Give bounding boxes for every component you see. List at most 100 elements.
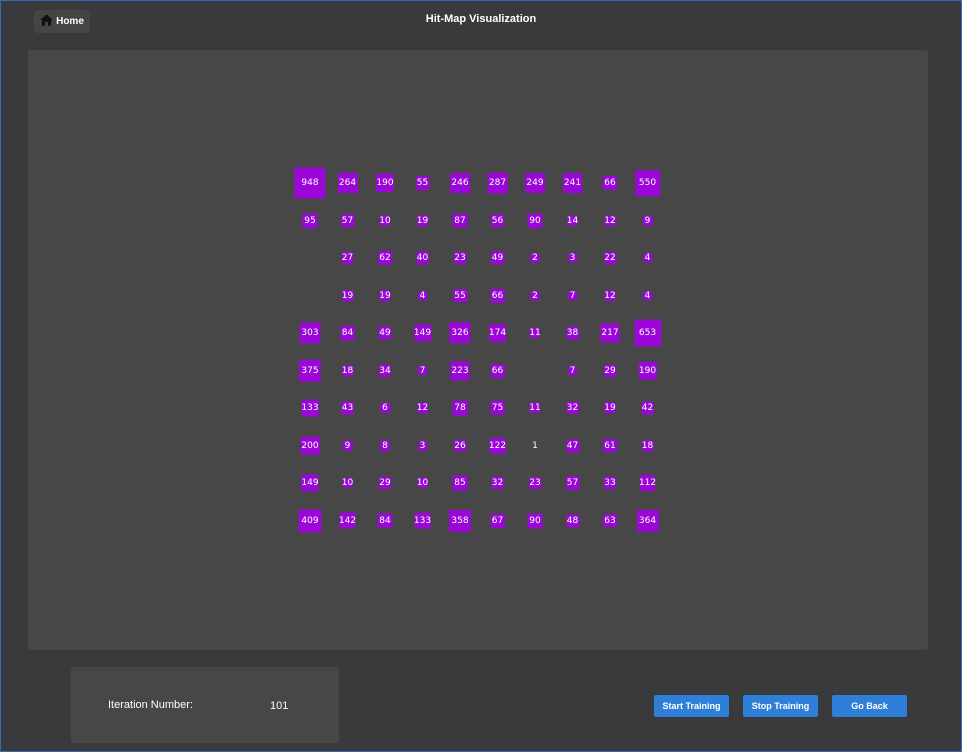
hitmap-cell-value: 190 xyxy=(376,178,394,188)
hitmap-cell-value: 23 xyxy=(529,478,541,488)
hitmap-cell-value: 142 xyxy=(338,515,357,526)
hitmap-cell-value: 66 xyxy=(491,365,504,376)
hitmap-cell-value: 19 xyxy=(341,290,354,301)
hitmap-cell-value: 303 xyxy=(301,328,319,338)
hitmap-cell-value: 11 xyxy=(529,403,541,413)
hitmap-cell-value: 122 xyxy=(488,440,507,451)
hitmap-cell-value: 55 xyxy=(416,178,429,188)
hitmap-cell-value: 653 xyxy=(638,328,657,338)
hitmap-cell-value: 11 xyxy=(529,328,541,338)
hitmap-cell-value: 29 xyxy=(379,478,391,488)
iteration-value: 101 xyxy=(270,700,289,712)
hitmap-cell-value: 43 xyxy=(341,403,354,413)
hitmap-cell-value: 6 xyxy=(382,403,388,413)
hitmap-cell-value: 32 xyxy=(491,478,504,488)
hitmap-cell-value: 133 xyxy=(301,403,319,413)
hitmap-cell-value: 12 xyxy=(604,215,616,226)
hitmap-cell-value: 63 xyxy=(604,515,616,526)
hitmap-cell-value: 56 xyxy=(491,215,504,226)
hitmap-cell-value: 4 xyxy=(644,253,651,263)
hitmap-cell-value: 1 xyxy=(532,440,538,451)
hitmap-cell-value: 7 xyxy=(569,365,576,376)
hitmap-cell-value: 57 xyxy=(341,215,354,226)
start-training-button[interactable]: Start Training xyxy=(654,695,729,717)
hitmap-cell-value: 409 xyxy=(301,515,319,526)
hitmap-cell-value: 78 xyxy=(454,403,466,413)
hitmap-cell-value: 133 xyxy=(413,515,432,526)
hitmap-cell-value: 246 xyxy=(451,178,469,188)
hitmap-cell-value: 66 xyxy=(604,178,616,188)
hitmap-cell-value: 87 xyxy=(454,215,466,226)
iteration-panel: Iteration Number: 101 xyxy=(71,667,339,743)
hitmap-cell-value: 19 xyxy=(379,290,391,301)
hitmap-cell-value: 948 xyxy=(301,178,319,188)
hitmap-cell-value: 90 xyxy=(529,215,541,226)
hitmap-cell-value: 364 xyxy=(638,515,657,526)
hitmap-cell-value: 264 xyxy=(338,178,357,188)
hitmap-cell-value: 112 xyxy=(638,478,657,488)
hitmap-cell-value: 375 xyxy=(301,365,319,376)
hitmap-cell-value: 3 xyxy=(419,440,426,451)
hitmap-cell-value: 2 xyxy=(532,290,538,301)
hitmap-cell-value: 84 xyxy=(379,515,391,526)
page-title: Hit-Map Visualization xyxy=(425,13,537,25)
hitmap-cell-value: 326 xyxy=(451,328,469,338)
hitmap-cell-value: 22 xyxy=(604,253,616,263)
hitmap-cell-value: 23 xyxy=(454,253,466,263)
hitmap-cell-value: 27 xyxy=(341,253,354,263)
stop-training-button[interactable]: Stop Training xyxy=(743,695,818,717)
hitmap-cell-value: 32 xyxy=(566,403,579,413)
hitmap-cell-value: 358 xyxy=(451,515,469,526)
hitmap-cell-value: 90 xyxy=(529,515,541,526)
hitmap-cell-value: 18 xyxy=(641,440,654,451)
hitmap-cell-value: 67 xyxy=(491,515,504,526)
hitmap-cell-value: 287 xyxy=(488,178,507,188)
hitmap-cell-value: 7 xyxy=(569,290,576,301)
hitmap-cell-value: 61 xyxy=(604,440,616,451)
hitmap-cell-value: 10 xyxy=(341,478,354,488)
hitmap-cell-value: 49 xyxy=(491,253,504,263)
hitmap-cell-value: 190 xyxy=(638,365,657,376)
hitmap-cell-value: 200 xyxy=(301,440,319,451)
hitmap-cell-value: 48 xyxy=(566,515,579,526)
hitmap-cell-value: 9 xyxy=(644,215,651,226)
hitmap-cell-value: 10 xyxy=(379,215,391,226)
hitmap-cell-value: 3 xyxy=(569,253,576,263)
hitmap-cell-value: 55 xyxy=(454,290,466,301)
hitmap-cell-value: 2 xyxy=(532,253,538,263)
hitmap-cell-value: 149 xyxy=(301,478,319,488)
hitmap-cell-value: 42 xyxy=(641,403,654,413)
hitmap-cell-value: 9 xyxy=(344,440,351,451)
hitmap-cell-value: 12 xyxy=(416,403,429,413)
hitmap-cell-value: 14 xyxy=(566,215,579,226)
hitmap-cell-value: 8 xyxy=(382,440,388,451)
hitmap-cell-value: 95 xyxy=(304,215,316,226)
hitmap-cell-value: 62 xyxy=(379,253,391,263)
hitmap-cell-value: 249 xyxy=(526,178,544,188)
iteration-label: Iteration Number: xyxy=(108,699,193,711)
hitmap-cell-value: 26 xyxy=(454,440,466,451)
hitmap-cell-value: 84 xyxy=(341,328,354,338)
hitmap-cell-value: 57 xyxy=(566,478,579,488)
hitmap-cell-value: 49 xyxy=(379,328,391,338)
hitmap-cell-value: 7 xyxy=(419,365,426,376)
hitmap-cell-value: 19 xyxy=(416,215,429,226)
hitmap-cell-value: 4 xyxy=(419,290,426,301)
hitmap-cell-value: 38 xyxy=(566,328,579,338)
go-back-button[interactable]: Go Back xyxy=(832,695,907,717)
hitmap-panel: 948 264 190 55 246 287 249 241 66 550 95 57 10 19 87 56… xyxy=(28,50,928,650)
hitmap-cell-value: 4 xyxy=(644,290,651,301)
hitmap-cell-value: 29 xyxy=(604,365,616,376)
hitmap-cell-value: 174 xyxy=(488,328,507,338)
hitmap-cell-value: 19 xyxy=(604,403,616,413)
hitmap-cell-value: 550 xyxy=(638,178,657,188)
hitmap-cell-value: 47 xyxy=(566,440,579,451)
hitmap-cell-value: 223 xyxy=(451,365,469,376)
hitmap-cell-value: 10 xyxy=(416,478,429,488)
hitmap-cell-value: 241 xyxy=(563,178,582,188)
hitmap-cell-value: 66 xyxy=(491,290,504,301)
hitmap-cell-value: 149 xyxy=(413,328,432,338)
hitmap-cell-value: 34 xyxy=(379,365,391,376)
hitmap-cell-value: 12 xyxy=(604,290,616,301)
hitmap-cell-value: 18 xyxy=(341,365,354,376)
